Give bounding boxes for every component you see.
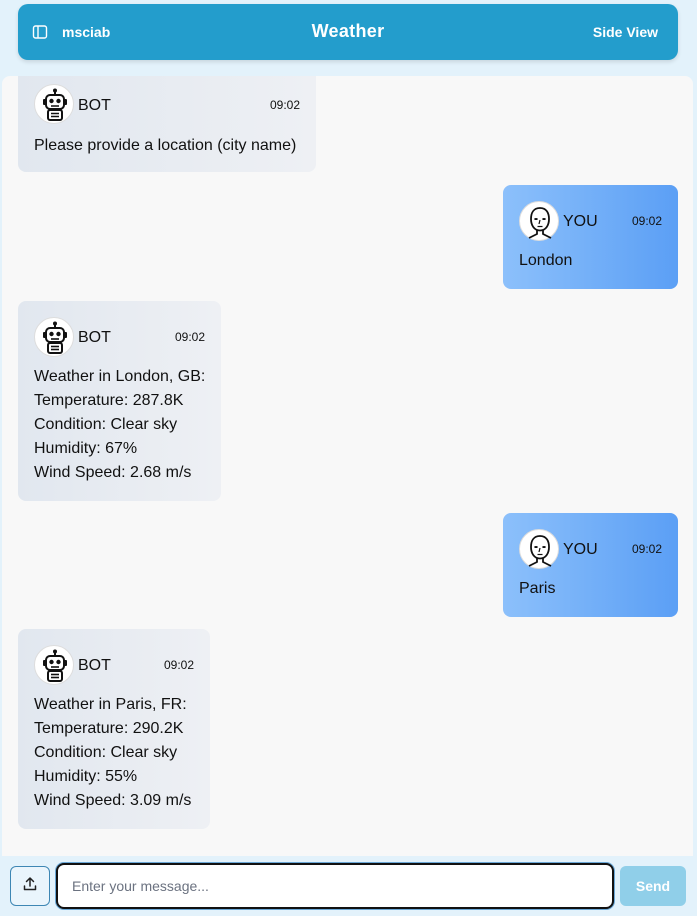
send-button[interactable]: Send xyxy=(620,866,686,906)
side-view-button[interactable]: Side View xyxy=(593,24,658,40)
sender-label: BOT xyxy=(78,97,111,114)
user-message: YOU 09:02 Paris xyxy=(503,513,678,617)
bot-message: BOT 09:02 Weather in Paris, FR: Temperat… xyxy=(18,629,210,829)
message-time: 09:02 xyxy=(163,658,194,672)
sender-label: YOU xyxy=(563,541,598,558)
message-time: 09:02 xyxy=(631,214,662,228)
robot-avatar-icon xyxy=(34,84,74,124)
sender-label: BOT xyxy=(78,657,111,674)
upload-button[interactable] xyxy=(10,866,50,906)
user-avatar-icon xyxy=(519,529,559,569)
sender-label: YOU xyxy=(563,213,598,230)
message-text: Paris xyxy=(519,580,556,597)
page-title: Weather xyxy=(311,21,385,41)
user-avatar-icon xyxy=(519,201,559,241)
sender-label: BOT xyxy=(78,329,111,346)
upload-icon xyxy=(22,876,38,897)
robot-avatar-icon xyxy=(34,645,74,685)
message-composer: Send xyxy=(0,856,697,916)
message-text: Weather in Paris, FR: Temperature: 290.2… xyxy=(34,696,192,809)
message-text: Please provide a location (city name) xyxy=(34,137,297,154)
message-time: 09:02 xyxy=(631,542,662,556)
bot-message: BOT 09:02 Weather in London, GB: Tempera… xyxy=(18,301,221,501)
message-text: London xyxy=(519,252,573,269)
app-header: msciab Weather Side View xyxy=(18,4,678,60)
chat-log[interactable]: BOT 09:02 Please provide a location (cit… xyxy=(2,76,693,856)
message-text: Weather in London, GB: Temperature: 287.… xyxy=(34,368,206,481)
message-time: 09:02 xyxy=(269,98,300,112)
user-message: YOU 09:02 London xyxy=(503,185,678,289)
robot-avatar-icon xyxy=(34,317,74,357)
message-time: 09:02 xyxy=(174,330,205,344)
message-input[interactable] xyxy=(56,863,614,909)
bot-message: BOT 09:02 Please provide a location (cit… xyxy=(18,76,316,172)
